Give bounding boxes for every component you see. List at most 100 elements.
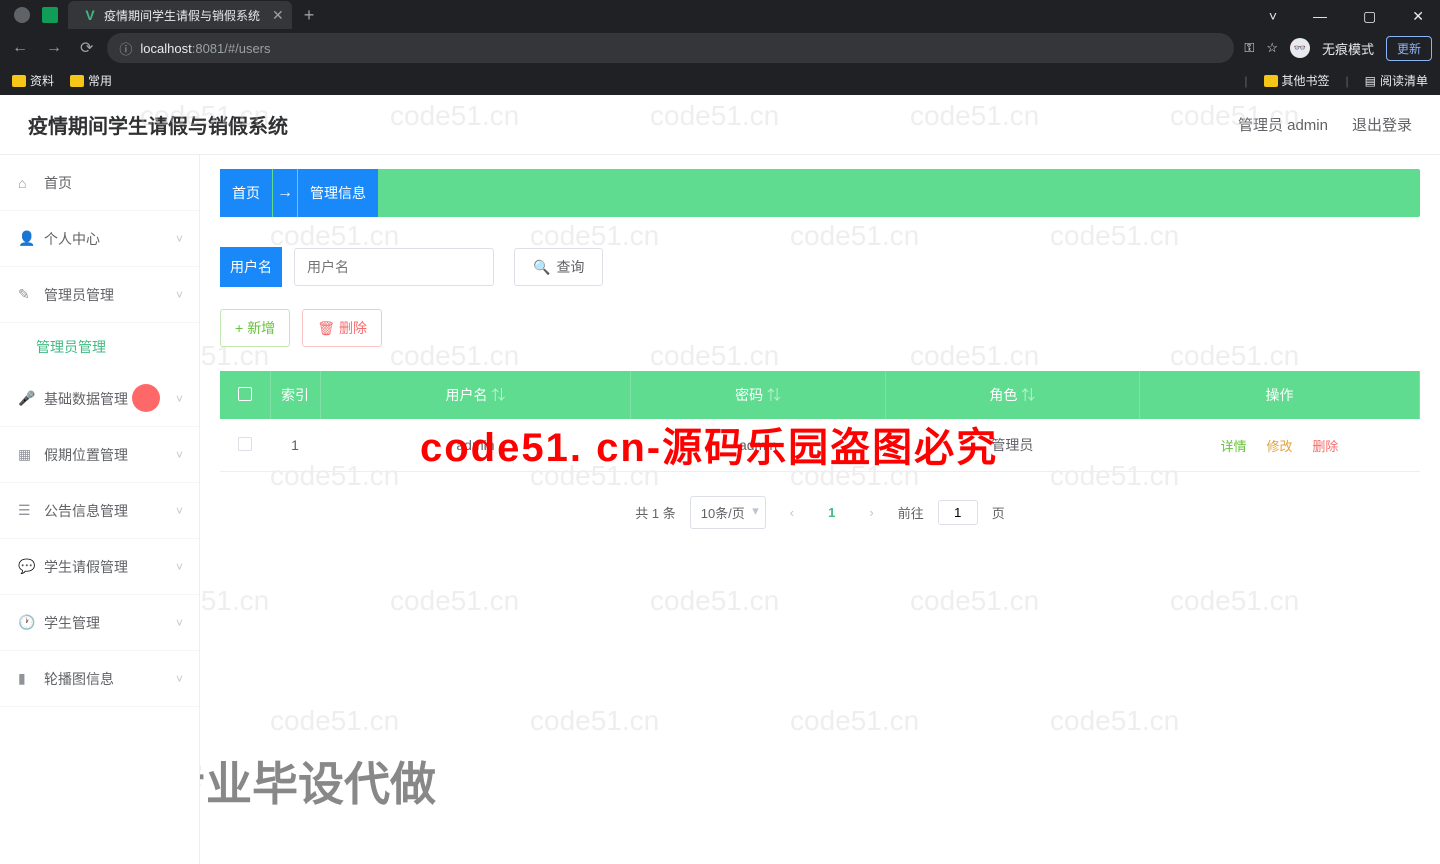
breadcrumb: 首页 → 管理信息	[220, 169, 1420, 217]
folder-icon	[12, 75, 26, 87]
sidebar-item-personal[interactable]: 👤个人中心	[0, 211, 199, 267]
col-ops: 操作	[1140, 371, 1420, 419]
col-username[interactable]: 用户名 ⇅	[320, 371, 631, 419]
sidebar-item-notice[interactable]: ☰公告信息管理	[0, 483, 199, 539]
query-button[interactable]: 🔍查询	[514, 248, 603, 286]
prev-page-button[interactable]: ‹	[780, 501, 804, 524]
close-icon[interactable]: ✕	[272, 7, 284, 24]
grid-icon: ▦	[18, 446, 34, 463]
sidebar-item-basedata[interactable]: 🎤基础数据管理	[0, 371, 199, 427]
table-row: 1 admin admin 管理员 详情 修改 删除	[220, 419, 1420, 472]
edit-link[interactable]: 修改	[1266, 439, 1292, 454]
col-password[interactable]: 密码 ⇅	[631, 371, 885, 419]
star-icon[interactable]: ☆	[1266, 40, 1278, 56]
window-controls: ˅ — ▢ ✕	[1261, 4, 1432, 29]
arrow-icon: →	[273, 169, 297, 217]
user-label[interactable]: 管理员 admin	[1238, 114, 1328, 135]
divider: |	[1346, 74, 1349, 88]
sidebar-item-location[interactable]: ▦假期位置管理	[0, 427, 199, 483]
cell-username: admin	[320, 419, 631, 472]
minimize-icon[interactable]: —	[1305, 4, 1335, 29]
sidebar-item-admin[interactable]: ✎管理员管理	[0, 267, 199, 323]
chat-icon: 💬	[18, 558, 34, 575]
sidebar-item-carousel[interactable]: ▮轮播图信息	[0, 651, 199, 707]
vue-icon: V	[82, 7, 98, 23]
reload-icon[interactable]: ⟳	[76, 34, 97, 62]
back-icon[interactable]: ←	[8, 35, 32, 61]
sidebar-item-home[interactable]: ⌂首页	[0, 155, 199, 211]
select-all-checkbox[interactable]	[238, 387, 252, 401]
url-host: localhost	[140, 41, 191, 56]
breadcrumb-home[interactable]: 首页	[220, 169, 272, 217]
tab-bar: V 疫情期间学生请假与销假系统 ✕ + ˅ — ▢ ✕	[0, 0, 1440, 30]
globe-icon[interactable]	[14, 7, 30, 23]
key-icon[interactable]: ⚿	[1244, 40, 1254, 56]
bookmark-bar: 资料 常用 | 其他书签 | ▤ 阅读清单	[0, 66, 1440, 95]
pagination: 共 1 条 10条/页 ‹ 1 › 前往 页	[220, 496, 1420, 529]
app-header: 疫情期间学生请假与销假系统 管理员 admin 退出登录	[0, 95, 1440, 155]
browser-tab[interactable]: V 疫情期间学生请假与销假系统 ✕	[68, 1, 292, 29]
row-checkbox[interactable]	[238, 437, 252, 451]
folder-icon	[70, 75, 84, 87]
page-size-select[interactable]: 10条/页	[690, 496, 766, 529]
update-button[interactable]: 更新	[1386, 36, 1432, 61]
incognito-icon: 👓	[1290, 38, 1310, 58]
other-bookmarks[interactable]: 其他书签	[1264, 72, 1330, 89]
cell-role: 管理员	[885, 419, 1139, 472]
dropdown-icon[interactable]: ˅	[1261, 4, 1285, 29]
cell-ops: 详情 修改 删除	[1140, 419, 1420, 472]
incognito-label: 无痕模式	[1322, 39, 1374, 58]
sidebar-subitem-admin[interactable]: 管理员管理	[0, 323, 199, 371]
search-label: 用户名	[220, 247, 282, 287]
sort-icon: ⇅	[1021, 387, 1035, 403]
cursor-indicator	[132, 384, 160, 412]
total-label: 共 1 条	[635, 503, 675, 522]
search-icon: 🔍	[533, 259, 550, 276]
col-role[interactable]: 角色 ⇅	[885, 371, 1139, 419]
search-row: 用户名 🔍查询	[220, 247, 1420, 287]
col-index: 索引	[270, 371, 320, 419]
breadcrumb-current: 管理信息	[298, 169, 378, 217]
plus-icon: +	[235, 320, 243, 336]
folder-icon	[1264, 75, 1278, 87]
logout-button[interactable]: 退出登录	[1352, 114, 1412, 135]
sidebar-item-leave[interactable]: 💬学生请假管理	[0, 539, 199, 595]
url-path: :8081/#/users	[192, 41, 271, 56]
next-page-button[interactable]: ›	[859, 501, 883, 524]
new-tab-button[interactable]: +	[304, 5, 315, 26]
browser-chrome: V 疫情期间学生请假与销假系统 ✕ + ˅ — ▢ ✕ ← → ⟳ ⓘ loca…	[0, 0, 1440, 95]
page-title: 疫情期间学生请假与销假系统	[28, 110, 288, 139]
footer-text: 专业毕设代做	[160, 748, 436, 814]
sidebar: ⌂首页 👤个人中心 ✎管理员管理 管理员管理 🎤基础数据管理 ▦假期位置管理 ☰…	[0, 155, 200, 864]
add-button[interactable]: +新增	[220, 309, 290, 347]
image-icon: ▮	[18, 670, 34, 687]
username-input[interactable]	[294, 248, 494, 286]
sheet-icon[interactable]	[42, 7, 58, 23]
data-table: 索引 用户名 ⇅ 密码 ⇅ 角色 ⇅ 操作 1 admin admin 管理员 …	[220, 371, 1420, 472]
cell-index: 1	[270, 419, 320, 472]
close-window-icon[interactable]: ✕	[1404, 4, 1432, 29]
maximize-icon[interactable]: ▢	[1355, 4, 1384, 29]
clock-icon: 🕐	[18, 614, 34, 631]
trash-icon: 🗑	[317, 320, 335, 337]
delete-button[interactable]: 🗑删除	[302, 309, 382, 347]
delete-link[interactable]: 删除	[1312, 439, 1338, 454]
divider: |	[1244, 74, 1247, 88]
user-icon: 👤	[18, 230, 34, 247]
url-input[interactable]: ⓘ localhost:8081/#/users	[107, 33, 1234, 63]
tab-title: 疫情期间学生请假与销假系统	[104, 7, 260, 24]
mic-icon: 🎤	[18, 390, 34, 407]
home-icon: ⌂	[18, 175, 34, 191]
detail-link[interactable]: 详情	[1221, 439, 1247, 454]
sidebar-item-student[interactable]: 🕐学生管理	[0, 595, 199, 651]
sort-icon: ⇅	[767, 387, 781, 403]
forward-icon[interactable]: →	[42, 35, 66, 61]
goto-input[interactable]	[938, 500, 978, 525]
page-number[interactable]: 1	[818, 501, 845, 524]
reading-list[interactable]: ▤ 阅读清单	[1365, 72, 1428, 89]
edit-icon: ✎	[18, 286, 34, 303]
sort-icon: ⇅	[491, 387, 505, 403]
bookmark-folder[interactable]: 资料	[12, 72, 54, 89]
page-suffix: 页	[992, 503, 1005, 522]
bookmark-folder[interactable]: 常用	[70, 72, 112, 89]
